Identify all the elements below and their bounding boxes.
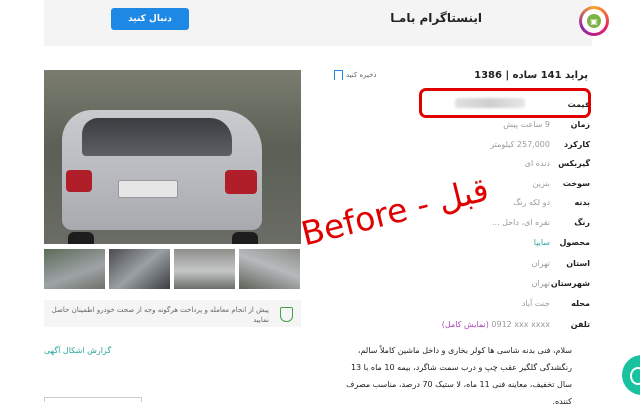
- report-ad-link[interactable]: گزارش اشکال آگهی: [44, 346, 111, 355]
- brand-logo[interactable]: ▣: [579, 6, 609, 36]
- detail-label-mileage: کارکرد: [564, 140, 590, 149]
- detail-value-province: تهران: [531, 259, 550, 268]
- top-bar: دنبال کنید اینستاگرام بامـا ▣: [44, 0, 609, 46]
- detail-label-city: شهرستان: [550, 279, 590, 288]
- photo-thumbnail[interactable]: [174, 249, 235, 289]
- detail-value-product[interactable]: سایپا: [430, 238, 550, 247]
- logo-icon: ▣: [587, 14, 601, 28]
- bookmark-icon[interactable]: [334, 70, 343, 80]
- detail-value-phone: (نمایش کامل) 0912 xxx xxxx: [430, 320, 550, 329]
- detail-value-color: نقره ای، داخل ...: [492, 218, 550, 227]
- main-car-photo[interactable]: [44, 70, 301, 244]
- detail-label-district: محله: [571, 299, 590, 308]
- photo-thumbnail[interactable]: [109, 249, 170, 289]
- detail-value-mileage: 257,000 کیلومتر: [490, 140, 550, 149]
- safety-notice: پیش از انجام معامله و پرداخت هرگونه وجه …: [44, 300, 301, 327]
- brand-title: اینستاگرام بامـا: [390, 11, 482, 25]
- follow-button[interactable]: دنبال کنید: [111, 8, 189, 30]
- photo-thumbnail[interactable]: [239, 249, 300, 289]
- detail-value-time: 9 ساعت پیش: [503, 120, 550, 129]
- detail-label-gearbox: گیربکس: [558, 159, 590, 168]
- detail-label-product: محصول: [559, 238, 590, 247]
- detail-label-color: رنگ: [574, 218, 590, 227]
- car-illustration: [62, 110, 262, 244]
- detail-value-city: تهران: [531, 279, 550, 288]
- detail-value-gearbox: دنده ای: [524, 159, 550, 168]
- ad-title: پراید 141 ساده | 1386: [474, 70, 588, 81]
- show-phone-link[interactable]: (نمایش کامل): [442, 320, 489, 329]
- phone-number: 0912 xxx xxxx: [491, 320, 550, 329]
- photo-thumbnail[interactable]: [44, 249, 105, 289]
- detail-label-body: بدنه: [574, 198, 590, 207]
- detail-value-district: جنت آباد: [521, 299, 550, 308]
- detail-label-time: زمان: [570, 120, 590, 129]
- whatsapp-icon: [630, 367, 640, 385]
- price-highlight-box: [419, 88, 591, 118]
- detail-label-province: استان: [566, 259, 590, 268]
- notice-text: پیش از انجام معامله و پرداخت هرگونه وجه …: [51, 306, 269, 324]
- whatsapp-button[interactable]: [622, 355, 640, 395]
- save-label[interactable]: ذخیره کنید: [346, 71, 377, 79]
- detail-label-fuel: سوخت: [562, 179, 590, 188]
- detail-label-phone: تلفن: [570, 320, 590, 329]
- shield-icon: [280, 307, 293, 322]
